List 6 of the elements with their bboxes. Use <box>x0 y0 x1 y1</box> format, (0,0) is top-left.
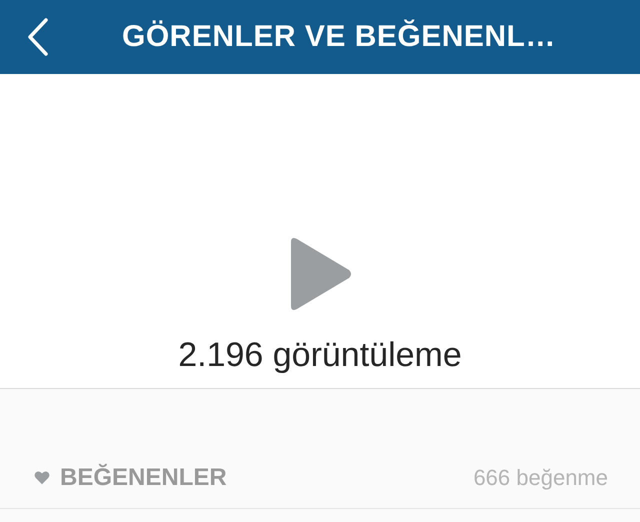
screen-title: GÖRENLER VE BEĞENENL… <box>122 20 556 54</box>
heart-icon <box>34 471 50 485</box>
section-label: BEĞENENLER <box>60 464 227 492</box>
back-icon <box>26 17 50 57</box>
view-count: 2.196 görüntüleme <box>178 336 462 375</box>
like-count: 666 beğenme <box>473 465 608 491</box>
